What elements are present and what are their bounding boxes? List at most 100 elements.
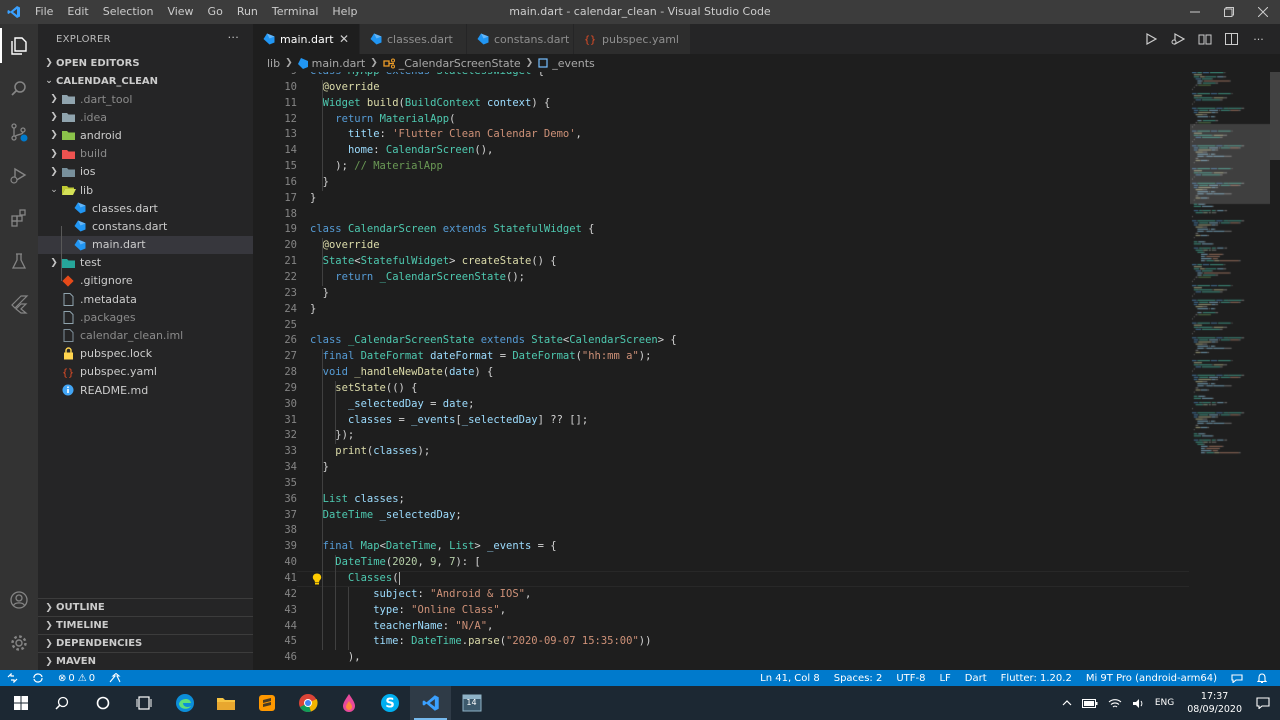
vertical-scrollbar[interactable]	[1270, 72, 1280, 670]
code-line[interactable]: });	[310, 428, 1190, 444]
tree-item[interactable]: ❯ test	[38, 254, 253, 272]
code-line[interactable]: void _handleNewDate(date) {	[310, 365, 1190, 381]
battery-icon[interactable]	[1077, 698, 1103, 708]
code-line[interactable]	[310, 476, 1190, 492]
search-icon[interactable]	[41, 686, 82, 720]
split-editor-icon[interactable]	[1218, 33, 1245, 45]
explorer-icon[interactable]	[0, 24, 38, 67]
minimize-button[interactable]	[1178, 0, 1212, 24]
breadcrumb-symbol[interactable]: _events	[552, 57, 595, 70]
code-line[interactable]: return _CalendarScreenState();	[310, 270, 1190, 286]
scrollbar-thumb[interactable]	[1270, 72, 1280, 160]
file-explorer-icon[interactable]	[205, 686, 246, 720]
code-line[interactable]: }	[310, 286, 1190, 302]
code-line[interactable]	[310, 207, 1190, 223]
code-line[interactable]: ); // MaterialApp	[310, 159, 1190, 175]
section-maven[interactable]: ❯ MAVEN	[38, 652, 253, 670]
code-line[interactable]: class CalendarScreen extends StatefulWid…	[310, 222, 1190, 238]
vscode-icon[interactable]	[410, 686, 451, 720]
gear-icon[interactable]	[0, 621, 38, 664]
chrome-icon[interactable]	[287, 686, 328, 720]
tree-item[interactable]: ⌄ lib	[38, 181, 253, 199]
breadcrumb-folder[interactable]: lib	[267, 57, 280, 70]
tree-item[interactable]: ❯ ios	[38, 163, 253, 181]
tab-constans-dart[interactable]: constans.dart	[467, 24, 574, 54]
close-icon[interactable]: ✕	[339, 32, 349, 46]
problems-indicator[interactable]: ⊗ 0 ⚠ 0	[51, 673, 102, 684]
tree-item[interactable]: pubspec.lock	[38, 345, 253, 363]
device-selector[interactable]: Mi 9T Pro (android-arm64)	[1079, 673, 1224, 684]
code-line[interactable]: List classes;	[310, 492, 1190, 508]
breadcrumb-class[interactable]: _CalendarScreenState	[399, 57, 521, 70]
input-language[interactable]: ENG	[1150, 698, 1179, 708]
cursor-position[interactable]: Ln 41, Col 8	[753, 673, 827, 684]
code-line[interactable]: final DateFormat dateFormat = DateFormat…	[310, 349, 1190, 365]
code-line[interactable]: classes = _events[_selectedDay] ?? [];	[310, 413, 1190, 429]
extensions-icon[interactable]	[0, 196, 38, 239]
project-section[interactable]: ⌄ CALENDAR_CLEAN	[38, 72, 253, 90]
compare-changes-icon[interactable]	[1191, 33, 1218, 46]
tab-classes-dart[interactable]: classes.dart	[360, 24, 467, 54]
code-line[interactable]: Classes(	[310, 571, 1190, 587]
tree-item[interactable]: constans.dart	[38, 217, 253, 235]
volume-icon[interactable]	[1127, 698, 1150, 709]
windows-start-icon[interactable]	[0, 686, 41, 720]
code-line[interactable]: final Map<DateTime, List> _events = {	[310, 539, 1190, 555]
menu-item-help[interactable]: Help	[325, 0, 364, 24]
code-editor[interactable]: 910 11 12 13 14 15 16 17 18 19 20 21 22 23 24 25 26 27 28 2…	[253, 72, 1280, 670]
tree-item[interactable]: .metadata	[38, 290, 253, 308]
live-share-icon[interactable]	[102, 673, 128, 683]
code-line[interactable]: home: CalendarScreen(),	[310, 143, 1190, 159]
task-view-icon[interactable]	[123, 686, 164, 720]
line-ending[interactable]: LF	[932, 673, 957, 684]
more-editor-actions-icon[interactable]: ···	[1245, 33, 1272, 46]
tree-item[interactable]: .gitignore	[38, 272, 253, 290]
minimap[interactable]	[1190, 72, 1270, 670]
clock[interactable]: 17:37 08/09/2020	[1179, 690, 1250, 716]
menu-item-terminal[interactable]: Terminal	[265, 0, 326, 24]
close-window-button[interactable]	[1246, 0, 1280, 24]
breadcrumb-file[interactable]: main.dart	[312, 57, 366, 70]
action-center-icon[interactable]	[1250, 697, 1280, 709]
source-control-icon[interactable]	[0, 110, 38, 153]
code-line[interactable]: }	[310, 175, 1190, 191]
sync-icon[interactable]	[25, 673, 51, 683]
flutter-icon[interactable]	[0, 282, 38, 325]
skype-icon[interactable]: S	[369, 686, 410, 720]
tree-item[interactable]: ❯ .dart_tool	[38, 90, 253, 108]
code-line[interactable]: type: "Online Class",	[310, 603, 1190, 619]
run-icon[interactable]	[1137, 33, 1164, 45]
tree-item[interactable]: ❯ android	[38, 126, 253, 144]
code-line[interactable]: ),	[310, 650, 1190, 666]
section-outline[interactable]: ❯ OUTLINE	[38, 598, 253, 616]
testing-icon[interactable]	[0, 239, 38, 282]
flutter-version[interactable]: Flutter: 1.20.2	[994, 673, 1079, 684]
code-line[interactable]: teacherName: "N/A",	[310, 619, 1190, 635]
debug-run-icon[interactable]	[1164, 33, 1191, 45]
code-line[interactable]: print(classes);	[310, 444, 1190, 460]
app-icon[interactable]	[328, 686, 369, 720]
chevron-up-icon[interactable]	[1057, 700, 1077, 706]
indentation[interactable]: Spaces: 2	[827, 673, 890, 684]
code-line[interactable]: class _CalendarScreenState extends State…	[310, 333, 1190, 349]
code-line[interactable]: subject: "Android & IOS",	[310, 587, 1190, 603]
tree-item[interactable]: README.md	[38, 381, 253, 399]
menu-item-view[interactable]: View	[160, 0, 200, 24]
section-timeline[interactable]: ❯ TIMELINE	[38, 616, 253, 634]
code-line[interactable]: setState(() {	[310, 381, 1190, 397]
calendar-app-icon[interactable]: 14	[451, 686, 492, 720]
code-line[interactable]: Widget build(BuildContext context) {	[310, 96, 1190, 112]
menu-item-edit[interactable]: Edit	[60, 0, 95, 24]
sublime-icon[interactable]	[246, 686, 287, 720]
code-line[interactable]: time: DateTime.parse("2020-09-07 15:35:0…	[310, 634, 1190, 650]
tab-pubspec-yaml[interactable]: {} pubspec.yaml	[574, 24, 691, 54]
code-area[interactable]: class MyApp extends StatelessWidget { @o…	[310, 72, 1190, 666]
run-debug-icon[interactable]	[0, 153, 38, 196]
edge-icon[interactable]	[164, 686, 205, 720]
menu-item-run[interactable]: Run	[230, 0, 265, 24]
tree-item[interactable]: ❯ .idea	[38, 108, 253, 126]
encoding[interactable]: UTF-8	[889, 673, 932, 684]
menu-item-file[interactable]: File	[28, 0, 60, 24]
menu-item-go[interactable]: Go	[201, 0, 230, 24]
more-actions-icon[interactable]: ···	[228, 31, 239, 44]
